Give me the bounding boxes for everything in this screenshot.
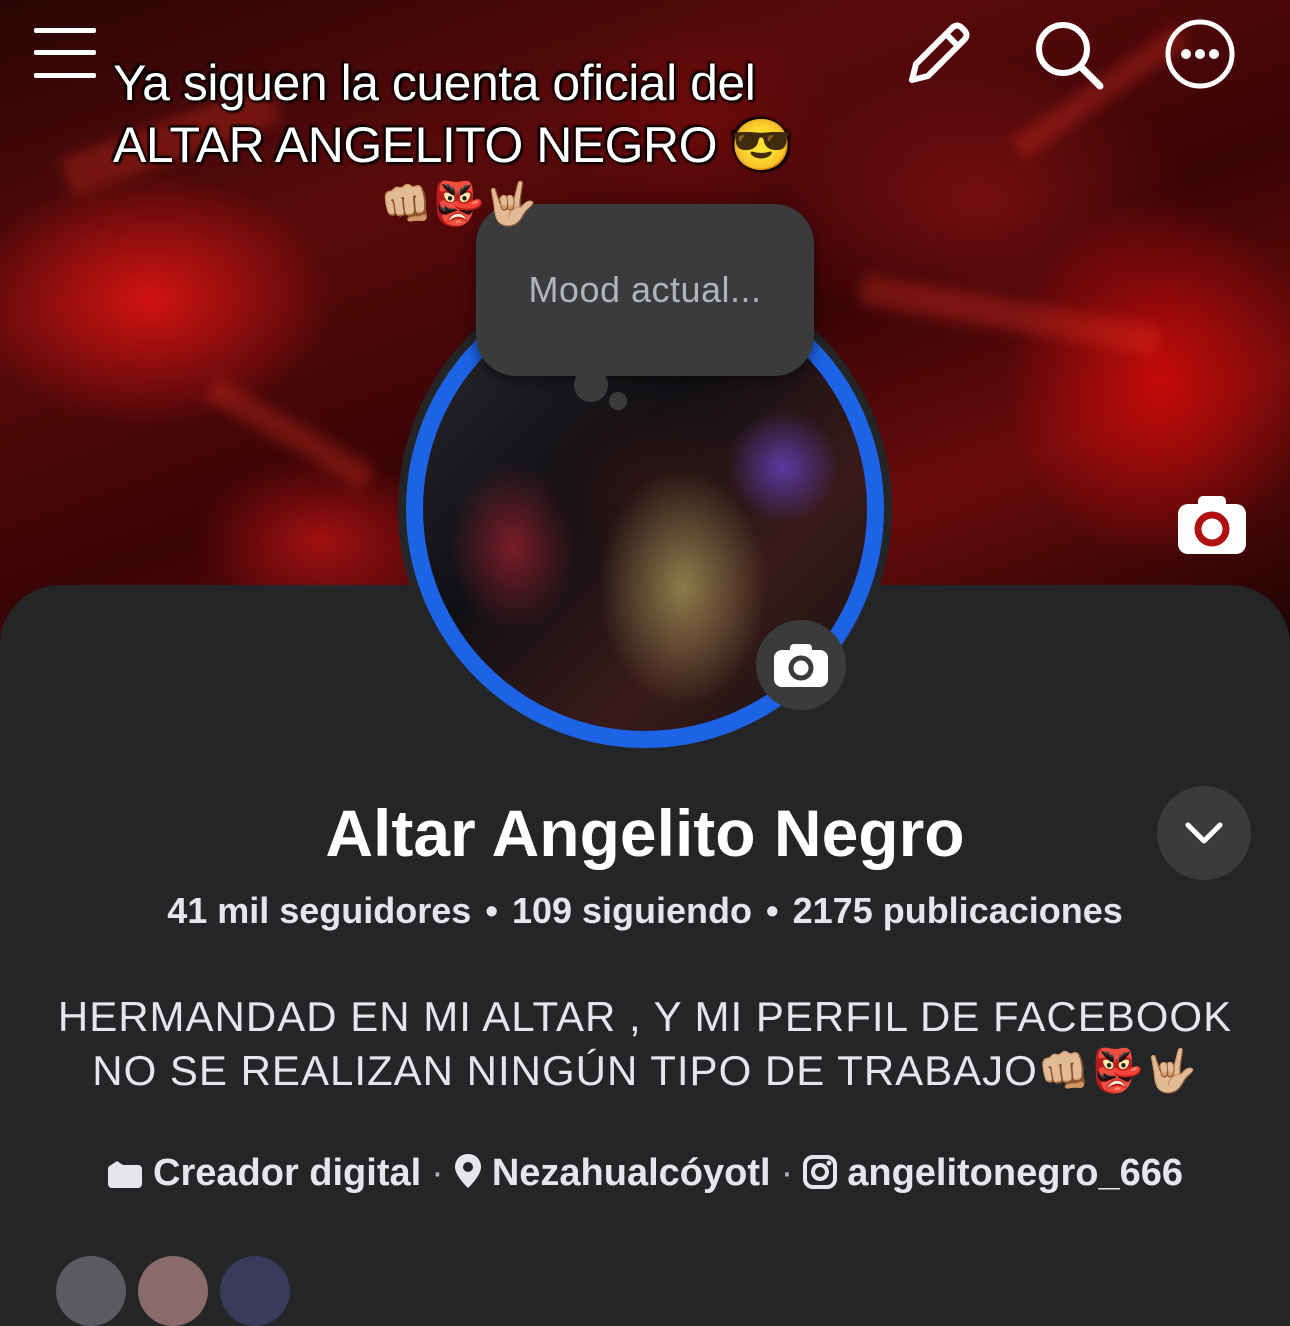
profile-name: Altar Angelito Negro [325,796,965,870]
category-label: Creador digital [153,1152,422,1194]
friend-avatar[interactable] [138,1256,208,1326]
caption-line-2: ALTAR ANGELITO NEGRO 😎 [113,117,793,173]
edit-pencil-icon[interactable] [902,18,974,95]
posts-count[interactable]: 2175 publicaciones [793,890,1123,931]
caption-emojis: 👊🏼👺🤟🏼 [380,180,537,227]
mood-bubble-tail [574,368,608,402]
stats-separator: • [485,890,498,931]
more-options-icon[interactable] [1164,18,1236,95]
video-category-icon [107,1156,143,1199]
chevron-down-icon [1185,822,1223,844]
bio-line-2: NO SE REALIZAN NINGÚN TIPO DE TRABAJO👊🏼👺… [92,1047,1198,1094]
caption-line-1: Ya siguen la cuenta oficial del [113,55,756,111]
friend-avatar[interactable] [56,1256,126,1326]
camera-icon [774,644,828,687]
expand-button[interactable] [1157,786,1251,880]
stats-separator: • [766,890,779,931]
details-separator: · [431,1152,444,1194]
profile-details: Creador digital · Nezahualcóyotl · angelit… [0,1152,1290,1199]
details-separator: · [780,1152,794,1194]
mood-bubble[interactable]: Mood actual... [476,204,814,376]
instagram-icon [803,1155,838,1199]
menu-icon[interactable] [34,24,98,89]
mood-placeholder: Mood actual... [528,269,762,310]
search-icon[interactable] [1032,18,1106,97]
overlay-caption: Ya siguen la cuenta oficial del ALTAR AN… [113,52,833,176]
location-label[interactable]: Nezahualcóyotl [492,1152,771,1194]
friend-avatar[interactable] [220,1256,290,1326]
cover-camera-icon[interactable] [1176,492,1248,556]
followers-count[interactable]: 41 mil seguidores [167,890,471,931]
profile-bio: HERMANDAD EN MI ALTAR , Y MI PERFIL DE F… [0,990,1290,1098]
instagram-handle[interactable]: angelitonegro_666 [847,1152,1183,1194]
bio-line-1: HERMANDAD EN MI ALTAR , Y MI PERFIL DE F… [57,993,1233,1040]
location-pin-icon [454,1153,482,1199]
profile-camera-button[interactable] [756,620,846,710]
profile-stats: 41 mil seguidores • 109 siguiendo • 2175 pub… [0,890,1290,932]
mood-bubble-tail-small [609,392,627,410]
following-count[interactable]: 109 siguiendo [512,890,752,931]
